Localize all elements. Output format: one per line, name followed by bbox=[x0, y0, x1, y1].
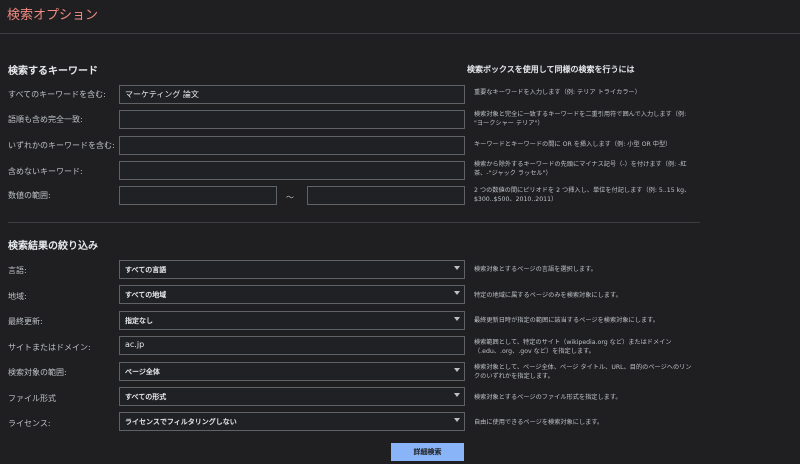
site-domain-label: サイトまたはドメイン: bbox=[8, 343, 91, 352]
file-type-hint: 検索対象とするページのファイル形式を指定します。 bbox=[474, 394, 622, 401]
all-words-input[interactable]: マーケティング 論文 bbox=[119, 85, 465, 104]
exact-phrase-label: 語順も含め完全一致: bbox=[8, 115, 83, 124]
none-words-hint: 検索から除外するキーワードの先頭にマイナス記号（-）を付けます（例: -紅茶、-… bbox=[474, 161, 687, 177]
language-hint: 検索対象とするページの言語を選択します。 bbox=[474, 266, 597, 273]
last-update-select-value: 指定なし bbox=[125, 317, 153, 325]
header: 検索オプション bbox=[0, 0, 800, 34]
chevron-down-icon bbox=[454, 418, 460, 422]
none-words-label: 含めないキーワード: bbox=[8, 167, 83, 176]
search-scope-hint: 検索対象として、ページ全体、ページ タイトル、URL、目的のページへのリンクのい… bbox=[474, 364, 692, 380]
all-words-label: すべてのキーワードを含む: bbox=[8, 90, 106, 99]
advanced-search-button[interactable]: 詳細検索 bbox=[391, 443, 464, 461]
license-select-value: ライセンスでフィルタリングしない bbox=[125, 418, 237, 426]
license-hint: 自由に使用できるページを検索対象にします。 bbox=[474, 419, 604, 426]
last-update-select[interactable]: 指定なし bbox=[119, 311, 465, 330]
help-title: 検索ボックスを使用して同様の検索を行うには bbox=[467, 65, 635, 74]
chevron-down-icon bbox=[454, 291, 460, 295]
section-divider bbox=[8, 222, 700, 223]
chevron-down-icon bbox=[454, 317, 460, 321]
chevron-down-icon bbox=[454, 393, 460, 397]
none-words-input[interactable] bbox=[119, 161, 465, 180]
file-type-label: ファイル形式 bbox=[8, 394, 56, 403]
number-range-label: 数値の範囲: bbox=[8, 191, 51, 200]
license-select[interactable]: ライセンスでフィルタリングしない bbox=[119, 412, 465, 431]
site-domain-input[interactable]: ac.jp bbox=[119, 336, 465, 355]
region-label: 地域: bbox=[8, 292, 27, 301]
search-scope-select[interactable]: ページ全体 bbox=[119, 362, 465, 381]
chevron-down-icon bbox=[454, 266, 460, 270]
any-words-input[interactable] bbox=[119, 136, 465, 155]
search-scope-select-value: ページ全体 bbox=[125, 368, 160, 376]
last-update-hint: 最終更新日時が指定の範囲に該当するページを検索対象にします。 bbox=[474, 317, 659, 324]
number-range-hint: 2 つの数値の間にピリオドを 2 つ挿入し、単位を付記します（例: 5..15 … bbox=[474, 187, 691, 203]
region-hint: 特定の地域に属するページのみを検索対象にします。 bbox=[474, 292, 622, 299]
keywords-section-title: 検索するキーワード bbox=[8, 66, 98, 77]
search-scope-label: 検索対象の範囲: bbox=[8, 368, 67, 377]
language-label: 言語: bbox=[8, 266, 27, 275]
site-domain-hint: 検索範囲として、特定のサイト（wikipedia.org など）またはドメイン（… bbox=[474, 339, 672, 355]
any-words-label: いずれかのキーワードを含む: bbox=[8, 141, 115, 150]
page-title: 検索オプション bbox=[7, 8, 99, 23]
language-select-value: すべての言語 bbox=[125, 266, 167, 274]
file-type-select[interactable]: すべての形式 bbox=[119, 387, 465, 406]
exact-phrase-hint: 検索対象と完全に一致するキーワードを二重引用符で囲んで入力します（例: "ヨーク… bbox=[474, 111, 687, 127]
all-words-hint: 重要なキーワードを入力します（例: テリア トライカラー） bbox=[474, 89, 641, 96]
region-select[interactable]: すべての地域 bbox=[119, 285, 465, 304]
exact-phrase-input[interactable] bbox=[119, 110, 465, 129]
range-separator: ～ bbox=[286, 193, 294, 202]
license-label: ライセンス: bbox=[8, 419, 51, 428]
file-type-select-value: すべての形式 bbox=[125, 393, 167, 401]
number-range-from-input[interactable] bbox=[119, 186, 277, 205]
language-select[interactable]: すべての言語 bbox=[119, 260, 465, 279]
last-update-label: 最終更新: bbox=[8, 317, 43, 326]
chevron-down-icon bbox=[454, 368, 460, 372]
region-select-value: すべての地域 bbox=[125, 291, 167, 299]
any-words-hint: キーワードとキーワードの間に OR を挿入します（例: 小型 OR 中型） bbox=[474, 141, 672, 148]
filters-section-title: 検索結果の絞り込み bbox=[8, 241, 98, 252]
number-range-to-input[interactable] bbox=[307, 186, 465, 205]
